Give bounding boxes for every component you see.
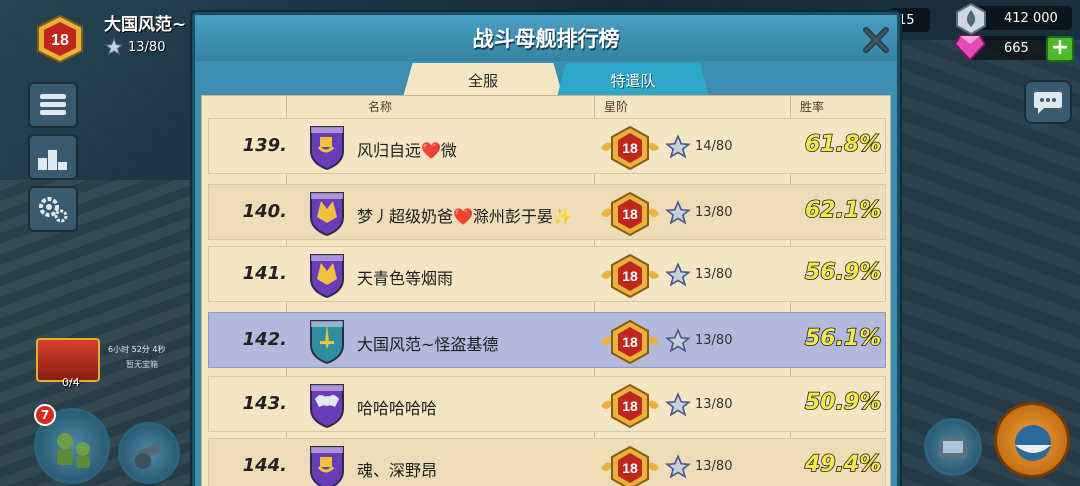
row-rank: 139. bbox=[242, 135, 287, 156]
row-level-text: 18 bbox=[622, 460, 638, 476]
attack-button[interactable] bbox=[994, 402, 1070, 478]
row-player-name: 梦丿超级奶爸❤️滁州彭于晏✨ bbox=[357, 207, 573, 226]
player-stars-text: 13/80 bbox=[128, 39, 166, 55]
row-stars: 13/80 bbox=[695, 205, 733, 220]
panel-title: 战斗母舰排行榜 bbox=[472, 27, 620, 51]
tab-global[interactable]: 全服 bbox=[403, 63, 563, 97]
row-rank: 141. bbox=[242, 263, 287, 284]
star-icon bbox=[665, 262, 691, 287]
column-header-winrate: 胜率 bbox=[800, 100, 825, 114]
player-level-badge[interactable]: 18 bbox=[32, 14, 88, 64]
radar-icon bbox=[939, 437, 967, 459]
row-winrate: 49.4% bbox=[804, 451, 882, 478]
table-row[interactable]: 141. 天青色等烟雨 18 13/80 56.9% bbox=[208, 246, 886, 302]
level-badge-icon: 18 bbox=[601, 125, 659, 171]
row-stars: 13/80 bbox=[695, 267, 733, 282]
close-icon bbox=[863, 27, 889, 53]
table-row[interactable]: 142. 大国风范~怪盗基德 18 13/80 56.1% bbox=[208, 312, 886, 368]
table-row[interactable]: 140. 梦丿超级奶爸❤️滁州彭于晏✨ 18 13/80 62.1% bbox=[208, 184, 886, 240]
menu-icon bbox=[40, 94, 66, 115]
cannon-icon bbox=[134, 443, 161, 469]
star-icon bbox=[665, 200, 691, 225]
row-stars: 14/80 bbox=[695, 139, 733, 154]
chat-icon bbox=[1034, 92, 1062, 114]
table-row[interactable]: 139. 风归自远❤️微 18 14/80 61.8% bbox=[208, 118, 886, 174]
row-player-name: 天青色等烟雨 bbox=[357, 269, 454, 288]
chest-status: 暂无宝箱 bbox=[126, 360, 158, 369]
gem-icon bbox=[954, 35, 986, 62]
settings-button[interactable] bbox=[28, 186, 78, 232]
boat-icon bbox=[1015, 425, 1051, 461]
fleet-emblem-icon bbox=[310, 384, 344, 429]
ranking-icon bbox=[38, 150, 67, 170]
table-row[interactable]: 143. 哈哈哈哈哈 18 13/80 50.9% bbox=[208, 376, 886, 432]
leaderboard-table: 名称 星阶 胜率 139. 风归自远❤️微 18 14/80 61.8% 140. 梦丿超级… bbox=[201, 95, 891, 486]
row-winrate: 56.1% bbox=[804, 325, 882, 352]
row-stars: 13/80 bbox=[695, 459, 733, 474]
row-rank: 142. bbox=[242, 329, 287, 350]
close-button[interactable] bbox=[859, 23, 893, 57]
row-rank: 143. bbox=[242, 393, 287, 414]
fleet-emblem-icon bbox=[310, 446, 344, 486]
row-stars: 13/80 bbox=[695, 397, 733, 412]
star-icon bbox=[665, 134, 691, 159]
row-level-text: 18 bbox=[622, 268, 638, 284]
troop-count-badge: 7 bbox=[34, 404, 56, 426]
row-player-name: 魂、深野昂 bbox=[357, 461, 438, 480]
row-level-text: 18 bbox=[622, 334, 638, 350]
iron-icon bbox=[956, 2, 986, 36]
level-badge-icon: 18 bbox=[601, 445, 659, 486]
row-winrate: 62.1% bbox=[804, 197, 882, 224]
row-player-name: 哈哈哈哈哈 bbox=[357, 399, 438, 418]
fleet-emblem-icon bbox=[310, 126, 344, 171]
row-level-text: 18 bbox=[622, 398, 638, 414]
chest-count: 0/4 bbox=[62, 376, 80, 389]
iron-value: 412 000 bbox=[1004, 10, 1058, 26]
row-winrate: 56.9% bbox=[804, 259, 882, 286]
tab-task-force[interactable]: 特遣队 bbox=[557, 63, 709, 97]
star-icon bbox=[104, 37, 124, 56]
row-player-name: 风归自远❤️微 bbox=[357, 141, 457, 160]
player-name: 大国风范~ bbox=[104, 15, 187, 35]
gear-icon bbox=[39, 197, 68, 223]
row-player-name: 大国风范~怪盗基德 bbox=[357, 335, 499, 354]
menu-button[interactable] bbox=[28, 82, 78, 128]
gem-value: 665 bbox=[1004, 40, 1029, 56]
star-icon bbox=[665, 328, 691, 353]
fleet-emblem-icon bbox=[310, 192, 344, 237]
level-badge-icon: 18 bbox=[601, 319, 659, 365]
gunboat-button[interactable] bbox=[118, 422, 180, 484]
fleet-emblem-icon bbox=[310, 254, 344, 299]
add-gems-button[interactable]: + bbox=[1046, 36, 1074, 62]
leaderboard-panel: 战斗母舰排行榜 全服 特遣队 名称 星阶 胜率 139. 风归自远❤️微 18 14/… bbox=[192, 12, 900, 486]
leaderboard-button[interactable] bbox=[28, 134, 78, 180]
row-level-text: 18 bbox=[622, 206, 638, 222]
resource-partial-value: 15 bbox=[898, 12, 915, 28]
level-badge-icon: 18 bbox=[601, 383, 659, 429]
chest-timer: 6小时 52分 4秒 bbox=[108, 345, 166, 354]
row-rank: 140. bbox=[242, 201, 287, 222]
fleet-emblem-icon bbox=[310, 320, 344, 365]
player-level-text: 18 bbox=[51, 32, 69, 49]
row-winrate: 61.8% bbox=[804, 131, 882, 158]
player-stars: 13/80 bbox=[104, 37, 165, 57]
row-rank: 144. bbox=[242, 455, 287, 476]
column-header-name: 名称 bbox=[368, 100, 393, 114]
table-row[interactable]: 144. 魂、深野昂 18 13/80 49.4% bbox=[208, 438, 886, 486]
row-level-text: 18 bbox=[622, 140, 638, 156]
star-icon bbox=[665, 392, 691, 417]
row-winrate: 50.9% bbox=[804, 389, 882, 416]
level-badge-icon: 18 bbox=[601, 191, 659, 237]
row-stars: 13/80 bbox=[695, 333, 733, 348]
radar-button[interactable] bbox=[924, 418, 982, 476]
chat-button[interactable] bbox=[1024, 80, 1072, 124]
star-icon bbox=[665, 454, 691, 479]
column-header-rank-level: 星阶 bbox=[604, 100, 629, 114]
level-badge-icon: 18 bbox=[601, 253, 659, 299]
